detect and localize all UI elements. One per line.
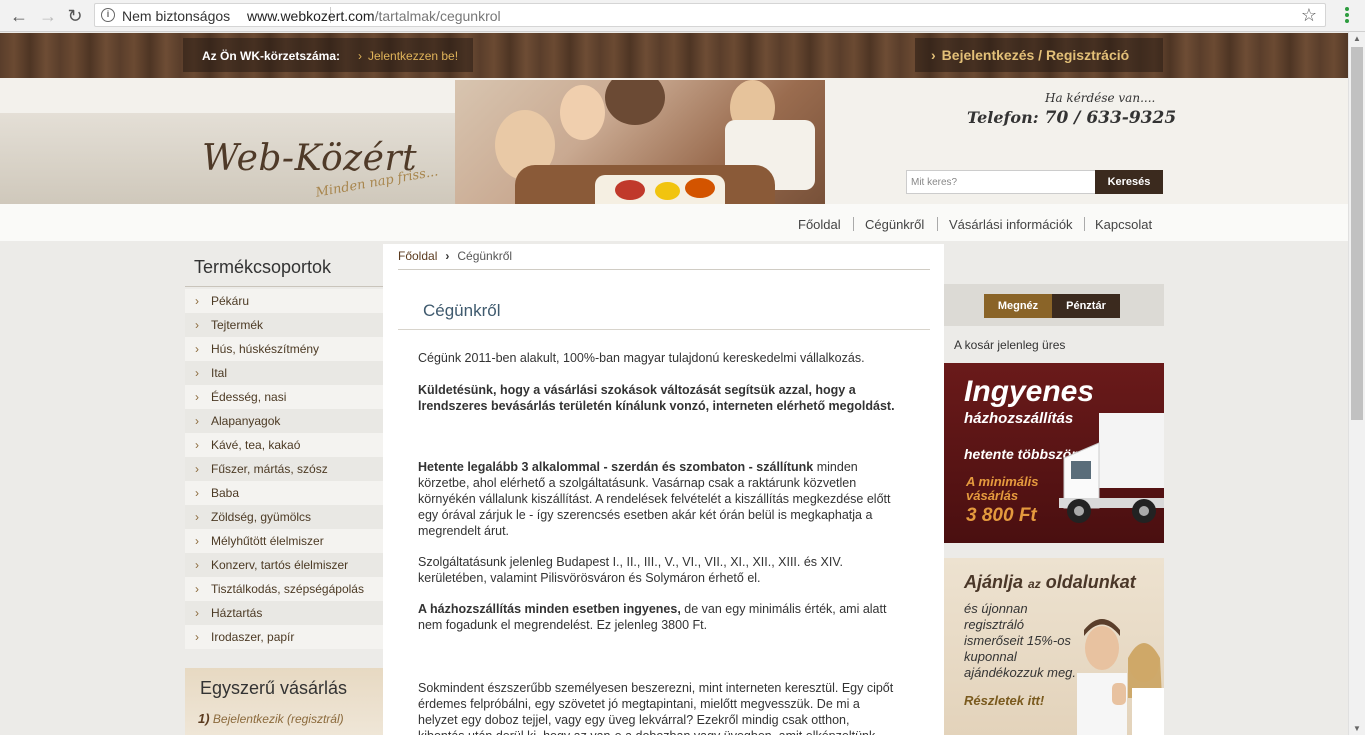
nav-separator bbox=[1084, 217, 1085, 231]
bookmark-star-icon[interactable]: ☆ bbox=[1301, 5, 1317, 26]
category-hygiene[interactable]: Tisztálkodás, szépségápolás bbox=[185, 577, 383, 601]
category-dairy[interactable]: Tejtermék bbox=[185, 313, 383, 337]
category-drinks[interactable]: Ital bbox=[185, 361, 383, 385]
back-arrow-icon[interactable]: ← bbox=[8, 5, 30, 27]
referral-banner[interactable]: Ajánlja az oldalunkat és újonnan regiszt… bbox=[944, 558, 1164, 735]
title-divider bbox=[398, 329, 930, 330]
breadcrumb-current: Cégünkről bbox=[457, 249, 513, 263]
url-path: /tartalmak/cegunkrol bbox=[374, 8, 501, 24]
cart-empty-text: A kosár jelenleg üres bbox=[954, 338, 1066, 352]
category-sweets[interactable]: Édesség, nasi bbox=[185, 385, 383, 409]
category-frozen[interactable]: Mélyhűtött élelmiszer bbox=[185, 529, 383, 553]
promo-minimum-label: A minimális vásárlás bbox=[966, 474, 1039, 503]
info-icon[interactable]: i bbox=[101, 8, 115, 22]
category-sidebar: Termékcsoportok Pékáru Tejtermék Hús, hú… bbox=[185, 248, 383, 735]
referral-details-link[interactable]: Részletek itt! bbox=[964, 693, 1044, 708]
easy-shopping-box: Egyszerű vásárlás 1) Bejelentkezik (regi… bbox=[185, 668, 383, 735]
url-host: www.webkozert.com bbox=[247, 8, 375, 24]
browser-toolbar: ← → ↻ i Nem biztonságos www.webkozert.co… bbox=[0, 0, 1365, 32]
free-delivery-banner[interactable]: Ingyenes házhozszállítás hetente többszö… bbox=[944, 363, 1164, 543]
sidebar-title: Termékcsoportok bbox=[194, 257, 332, 277]
breadcrumb-chevron-icon: › bbox=[445, 249, 450, 263]
url-text[interactable]: www.webkozert.com/tartalmak/cegunkrol bbox=[247, 8, 501, 24]
breadcrumb: Főoldal › Cégünkről bbox=[398, 249, 512, 263]
reload-icon[interactable]: ↻ bbox=[64, 5, 86, 27]
nav-separator bbox=[853, 217, 854, 231]
page-title: Cégünkről bbox=[423, 301, 501, 320]
right-column: Megnéz Pénztár A kosár jelenleg üres Ing… bbox=[944, 244, 1164, 735]
page: Az Ön WK-körzetszáma: Jelentkezzen be! B… bbox=[0, 33, 1348, 735]
site-header: Web-Közért Minden nap friss... Ha kérdés… bbox=[0, 78, 1348, 241]
category-spices[interactable]: Fűszer, mártás, szósz bbox=[185, 457, 383, 481]
breadcrumb-divider bbox=[398, 269, 930, 270]
breadcrumb-home[interactable]: Főoldal bbox=[398, 249, 437, 263]
truck-icon bbox=[1059, 413, 1164, 523]
free-delivery-bold: A házhozszállítás minden esetben ingyene… bbox=[418, 602, 681, 616]
search-input[interactable]: Mit keres? bbox=[906, 170, 1096, 194]
scroll-down-icon[interactable]: ▼ bbox=[1353, 724, 1361, 733]
step-number: 1) bbox=[198, 711, 210, 726]
category-canned[interactable]: Konzerv, tartós élelmiszer bbox=[185, 553, 383, 577]
promo-headline: Ingyenes bbox=[964, 375, 1095, 408]
sidebar-divider bbox=[185, 286, 383, 287]
login-register-button[interactable]: Bejelentkezés / Regisztráció bbox=[915, 38, 1163, 72]
main-content: Főoldal › Cégünkről Cégünkről Cégünk 2011-… bbox=[383, 244, 944, 735]
search-button[interactable]: Keresés bbox=[1095, 170, 1163, 194]
checkout-button[interactable]: Pénztár bbox=[1052, 294, 1120, 318]
category-basics[interactable]: Alapanyagok bbox=[185, 409, 383, 433]
paragraph-mission: Küldetésünk, hogy a vásárlási szokások v… bbox=[418, 383, 895, 413]
people-thumbs-up-image bbox=[1077, 619, 1164, 735]
referral-title-main: Ajánlja bbox=[964, 572, 1024, 592]
referral-title: Ajánlja az oldalunkat bbox=[964, 572, 1136, 593]
category-bakery[interactable]: Pékáru bbox=[185, 289, 383, 313]
phone-label: Telefon: bbox=[967, 108, 1039, 127]
scroll-thumb[interactable] bbox=[1351, 47, 1363, 420]
step-text: Bejelentkezik (regisztrál) bbox=[212, 712, 344, 726]
paragraph-free-delivery: A házhozszállítás minden esetben ingyene… bbox=[418, 601, 898, 633]
referral-text: és újonnan regisztráló ismerőseit 15%-os… bbox=[964, 601, 1077, 680]
address-bar[interactable]: i Nem biztonságos www.webkozert.com/tart… bbox=[94, 3, 1326, 27]
referral-title-end: oldalunkat bbox=[1045, 572, 1136, 592]
scroll-up-icon[interactable]: ▲ bbox=[1353, 34, 1361, 43]
category-office[interactable]: Irodaszer, papír bbox=[185, 625, 383, 649]
phone-info: Telefon: 70 / 633-9325 bbox=[967, 108, 1176, 128]
category-meat[interactable]: Hús, húskészítmény bbox=[185, 337, 383, 361]
easy-shopping-title: Egyszerű vásárlás bbox=[200, 678, 348, 698]
paragraph-intro: Cégünk 2011-ben alakult, 100%-ban magyar… bbox=[418, 351, 865, 365]
zip-box: Az Ön WK-körzetszáma: Jelentkezzen be! bbox=[183, 38, 473, 72]
category-baby[interactable]: Baba bbox=[185, 481, 383, 505]
nav-home[interactable]: Főoldal bbox=[798, 217, 841, 232]
nav-contact[interactable]: Kapcsolat bbox=[1095, 217, 1152, 232]
page-scrollbar[interactable]: ▲ ▼ bbox=[1348, 32, 1365, 735]
category-coffee-tea[interactable]: Kávé, tea, kakaó bbox=[185, 433, 383, 457]
top-bar: Az Ön WK-körzetszáma: Jelentkezzen be! B… bbox=[0, 33, 1348, 78]
delivery-bold: Hetente legalább 3 alkalommal - szerdán … bbox=[418, 460, 814, 474]
nav-separator bbox=[937, 217, 938, 231]
forward-arrow-icon[interactable]: → bbox=[37, 5, 59, 27]
view-cart-button[interactable]: Megnéz bbox=[984, 294, 1052, 318]
promo-subheadline: házhozszállítás bbox=[964, 410, 1074, 427]
paragraph-delivery: Hetente legalább 3 alkalommal - szerdán … bbox=[418, 459, 898, 539]
category-vegetables[interactable]: Zöldség, gyümölcs bbox=[185, 505, 383, 529]
zip-label: Az Ön WK-körzetszáma: bbox=[202, 49, 341, 63]
category-household[interactable]: Háztartás bbox=[185, 601, 383, 625]
main-nav: Főoldal Cégünkről Vásárlási információk … bbox=[0, 204, 1348, 241]
browser-menu-icon[interactable] bbox=[1337, 6, 1357, 26]
easy-step-1: 1) Bejelentkezik (regisztrál) bbox=[198, 711, 344, 726]
nav-shopping-info[interactable]: Vásárlási információk bbox=[949, 217, 1073, 232]
help-question: Ha kérdése van.... bbox=[1045, 91, 1156, 105]
nav-about[interactable]: Cégünkről bbox=[865, 217, 924, 232]
paragraph-online: Sokmindent észszerűbb személyesen beszer… bbox=[418, 681, 894, 735]
promo-price: 3 800 Ft bbox=[966, 505, 1037, 526]
cart-box: Megnéz Pénztár bbox=[944, 284, 1164, 326]
referral-title-small: az bbox=[1028, 577, 1041, 591]
security-label: Nem biztonságos bbox=[122, 8, 231, 24]
zip-login-link[interactable]: Jelentkezzen be! bbox=[358, 49, 458, 63]
phone-number: 70 / 633-9325 bbox=[1044, 108, 1177, 128]
paragraph-areas: Szolgáltatásunk jelenleg Budapest I., II… bbox=[418, 555, 843, 585]
